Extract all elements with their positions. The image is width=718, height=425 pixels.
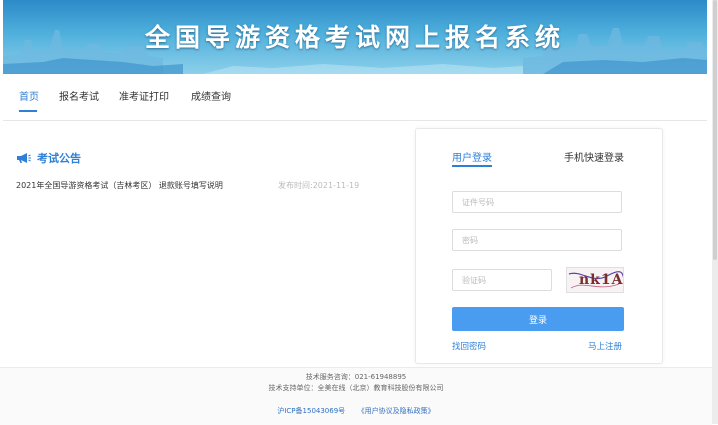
id-number-field[interactable] <box>452 191 622 213</box>
password-field[interactable] <box>452 229 622 251</box>
nav-item-score-query[interactable]: 成绩查询 <box>191 88 231 103</box>
icp-link[interactable]: 沪ICP备15043069号 <box>277 407 345 415</box>
captcha-text: nk1AL <box>579 272 624 288</box>
nav-item-admission-ticket[interactable]: 准考证打印 <box>119 88 169 103</box>
main-nav: 首页 报名考试 准考证打印 成绩查询 <box>3 74 707 121</box>
notice-heading: 考试公告 <box>16 150 81 166</box>
nav-item-register-exam[interactable]: 报名考试 <box>59 88 99 103</box>
page-scrollbar[interactable] <box>712 0 718 424</box>
page: 全国导游资格考试网上报名系统 首页 报名考试 准考证打印 成绩查询 考试公告 2… <box>0 0 712 425</box>
notice-link[interactable]: 2021年全国导游资格考试（吉林考区） 退款账号填写说明 <box>16 180 223 191</box>
page-footer: 技术服务咨询：021-61948895 技术支持单位：全美在线（北京）教育科技股… <box>0 367 712 425</box>
login-panel: 用户登录 手机快速登录 nk1AL 登录 找回密码 马上注册 <box>415 128 663 364</box>
system-title: 全国导游资格考试网上报名系统 <box>144 23 565 52</box>
scrollbar-thumb[interactable] <box>713 0 717 260</box>
tab-user-login[interactable]: 用户登录 <box>452 149 492 164</box>
notice-title: 考试公告 <box>37 152 81 165</box>
nav-active-indicator <box>19 110 37 112</box>
forgot-password-link[interactable]: 找回密码 <box>452 340 486 352</box>
footer-support-phone: 技术服务咨询：021-61948895 <box>305 373 407 381</box>
tab-active-indicator <box>452 165 492 167</box>
login-button[interactable]: 登录 <box>452 307 624 331</box>
header-banner: 全国导游资格考试网上报名系统 <box>3 0 707 74</box>
footer-legal-links: 沪ICP备15043069号 《用户协议及隐私政策》 <box>0 406 712 416</box>
register-link[interactable]: 马上注册 <box>588 340 622 352</box>
megaphone-icon <box>17 153 31 163</box>
notice-date: 发布时间:2021-11-19 <box>278 181 360 190</box>
privacy-policy-link[interactable]: 《用户协议及隐私政策》 <box>358 407 435 415</box>
list-item: 2021年全国导游资格考试（吉林考区） 退款账号填写说明 发布时间:2021-1… <box>16 180 376 194</box>
captcha-field[interactable] <box>452 269 552 291</box>
footer-support-org: 技术支持单位：全美在线（北京）教育科技股份有限公司 <box>268 384 444 392</box>
captcha-image[interactable]: nk1AL <box>566 267 624 293</box>
nav-item-home[interactable]: 首页 <box>19 88 39 103</box>
tab-phone-login[interactable]: 手机快速登录 <box>564 149 624 164</box>
